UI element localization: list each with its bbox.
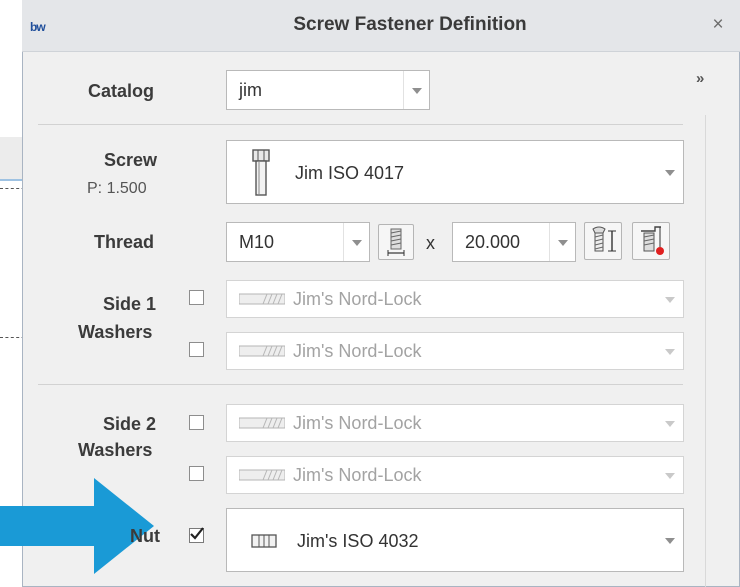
side1-washer2-value: Jim's Nord-Lock (293, 341, 422, 361)
chevron-down-icon (549, 223, 575, 261)
screw-value: Jim ISO 4017 (295, 163, 405, 183)
panel-divider (705, 115, 706, 587)
side2-washer1-checkbox[interactable] (189, 415, 204, 430)
app-logo: bw (30, 20, 46, 34)
chevron-down-icon (343, 223, 369, 261)
side2-washer1-value: Jim's Nord-Lock (293, 413, 422, 433)
thread-length-dropdown[interactable]: 20.000 (452, 222, 576, 262)
screw-label: Screw (104, 150, 158, 170)
side2-washer1-dropdown[interactable]: Jim's Nord-Lock (226, 404, 684, 442)
washer-icon (239, 417, 285, 429)
dialog-title: Screw Fastener Definition (293, 14, 527, 35)
screw-length-button[interactable] (584, 222, 622, 260)
side1-label-washers: Washers (78, 322, 153, 342)
nut-checkbox[interactable] (189, 527, 204, 543)
side1-washer2-checkbox[interactable] (189, 342, 204, 357)
side1-washer1-dropdown[interactable]: Jim's Nord-Lock (226, 280, 684, 318)
section-separator (38, 124, 683, 125)
chevron-down-icon (403, 71, 429, 109)
section-separator (38, 384, 683, 385)
screw-icon (252, 149, 270, 196)
chevron-down-icon (657, 141, 683, 203)
side1-washer2-dropdown[interactable]: Jim's Nord-Lock (226, 332, 684, 370)
thread-times-label: x (426, 233, 435, 253)
nut-value: Jim's ISO 4032 (297, 531, 419, 551)
catalog-label: Catalog (88, 81, 155, 101)
side1-washer1-checkbox[interactable] (189, 290, 204, 305)
chevron-down-icon (657, 457, 683, 493)
close-icon[interactable]: × (708, 14, 728, 36)
thread-pitch-button[interactable] (378, 224, 414, 260)
screw-length-icon (592, 226, 616, 252)
thread-length-value: 20.000 (465, 232, 521, 252)
nut-icon (251, 534, 277, 548)
expand-panel-icon[interactable]: » (696, 70, 718, 87)
washer-icon (239, 293, 285, 305)
auto-length-button[interactable] (632, 222, 670, 260)
catalog-dropdown[interactable]: jim (226, 70, 430, 110)
thread-label: Thread (94, 232, 155, 252)
screw-pitch: P: 1.500 (87, 180, 147, 197)
chevron-down-icon (657, 509, 683, 571)
checkmark-icon (190, 527, 204, 540)
thread-size-dropdown[interactable]: M10 (226, 222, 370, 262)
auto-length-icon (641, 226, 664, 255)
side2-washer2-value: Jim's Nord-Lock (293, 465, 422, 485)
catalog-value: jim (239, 80, 262, 100)
side1-label: Side 1 (103, 294, 157, 314)
washer-icon (239, 469, 285, 481)
chevron-down-icon (657, 333, 683, 369)
chevron-down-icon (657, 405, 683, 441)
screw-dropdown[interactable]: Jim ISO 4017 (226, 140, 684, 204)
thread-pitch-icon (387, 228, 405, 256)
side2-washer2-dropdown[interactable]: Jim's Nord-Lock (226, 456, 684, 494)
side2-label: Side 2 (103, 414, 157, 434)
side2-label-washers: Washers (78, 440, 153, 460)
side1-washer1-value: Jim's Nord-Lock (293, 289, 422, 309)
side2-washer2-checkbox[interactable] (189, 466, 204, 481)
washer-icon (239, 345, 285, 357)
thread-size-value: M10 (239, 232, 275, 252)
nut-label: Nut (130, 526, 160, 546)
nut-dropdown[interactable]: Jim's ISO 4032 (226, 508, 684, 572)
chevron-down-icon (657, 281, 683, 317)
